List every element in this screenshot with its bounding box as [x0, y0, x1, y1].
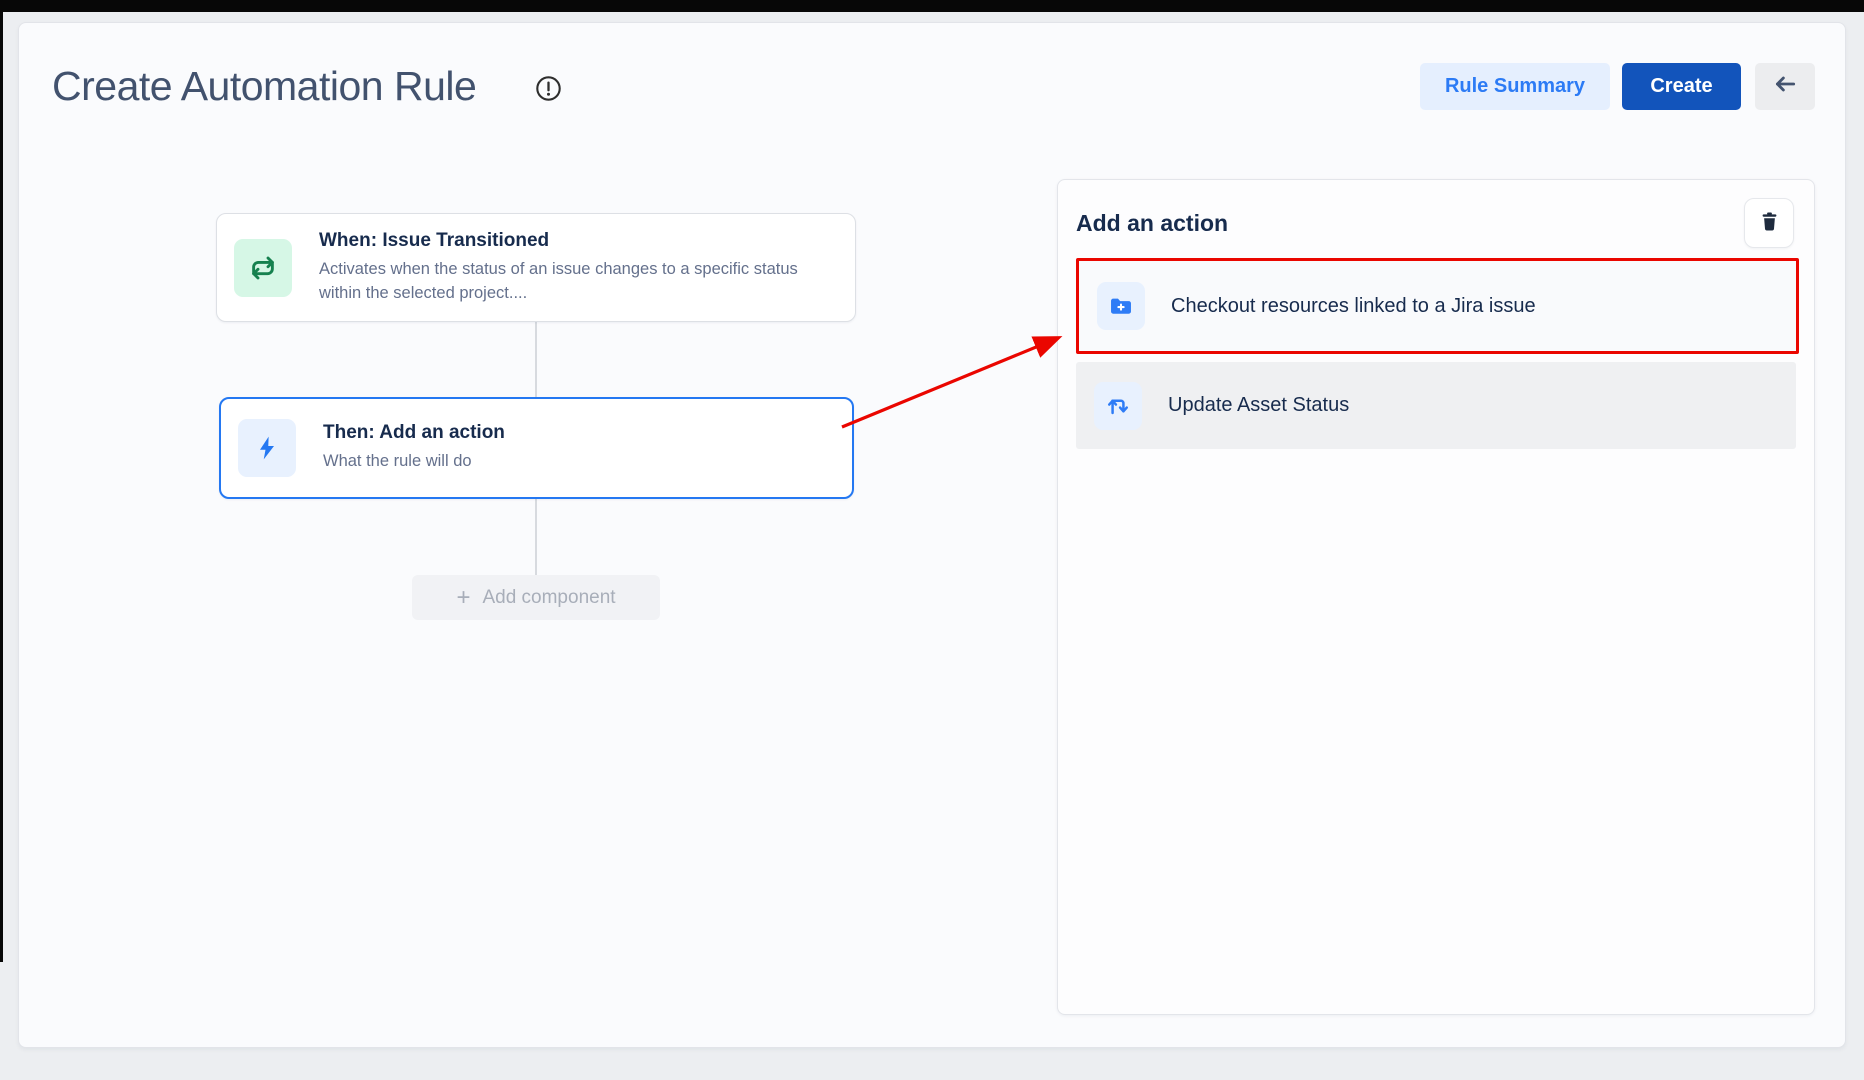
flow-connector [535, 499, 537, 576]
trash-icon [1758, 210, 1781, 236]
transfer-arrows-icon [234, 239, 292, 297]
add-component-button[interactable]: + Add component [412, 575, 660, 620]
add-action-panel-title: Add an action [1076, 210, 1228, 237]
info-circle-icon[interactable] [535, 75, 562, 102]
action-card-add-an-action[interactable]: Then: Add an action What the rule will d… [219, 397, 854, 499]
trigger-card-issue-transitioned[interactable]: When: Issue Transitioned Activates when … [216, 213, 856, 322]
trigger-card-title: When: Issue Transitioned [319, 230, 829, 252]
rule-summary-button[interactable]: Rule Summary [1420, 63, 1610, 110]
create-button[interactable]: Create [1622, 63, 1741, 110]
repeat-icon [1094, 382, 1142, 430]
action-option-checkout-resources[interactable]: Checkout resources linked to a Jira issu… [1076, 258, 1799, 354]
rule-builder-panel: Create Automation Rule Rule Summary Crea… [18, 22, 1846, 1048]
folder-plus-icon [1097, 282, 1145, 330]
arrow-left-icon [1772, 71, 1798, 103]
lightning-bolt-icon [238, 419, 296, 477]
page-title: Create Automation Rule [52, 63, 476, 110]
add-action-panel: Add an action Checkout resources linked … [1057, 179, 1815, 1015]
window-frame-top [0, 0, 1864, 12]
action-option-label: Update Asset Status [1168, 394, 1349, 417]
trigger-card-description: Activates when the status of an issue ch… [319, 258, 829, 305]
delete-component-button[interactable] [1744, 198, 1794, 248]
action-card-subtitle: What the rule will do [323, 450, 505, 473]
action-card-title: Then: Add an action [323, 422, 505, 444]
flow-connector [535, 322, 537, 397]
window-frame-left [0, 0, 3, 962]
action-option-update-asset-status[interactable]: Update Asset Status [1076, 362, 1796, 449]
plus-icon: + [456, 586, 470, 610]
action-option-label: Checkout resources linked to a Jira issu… [1171, 295, 1536, 318]
add-component-label: Add component [482, 587, 615, 609]
back-button[interactable] [1755, 63, 1815, 110]
